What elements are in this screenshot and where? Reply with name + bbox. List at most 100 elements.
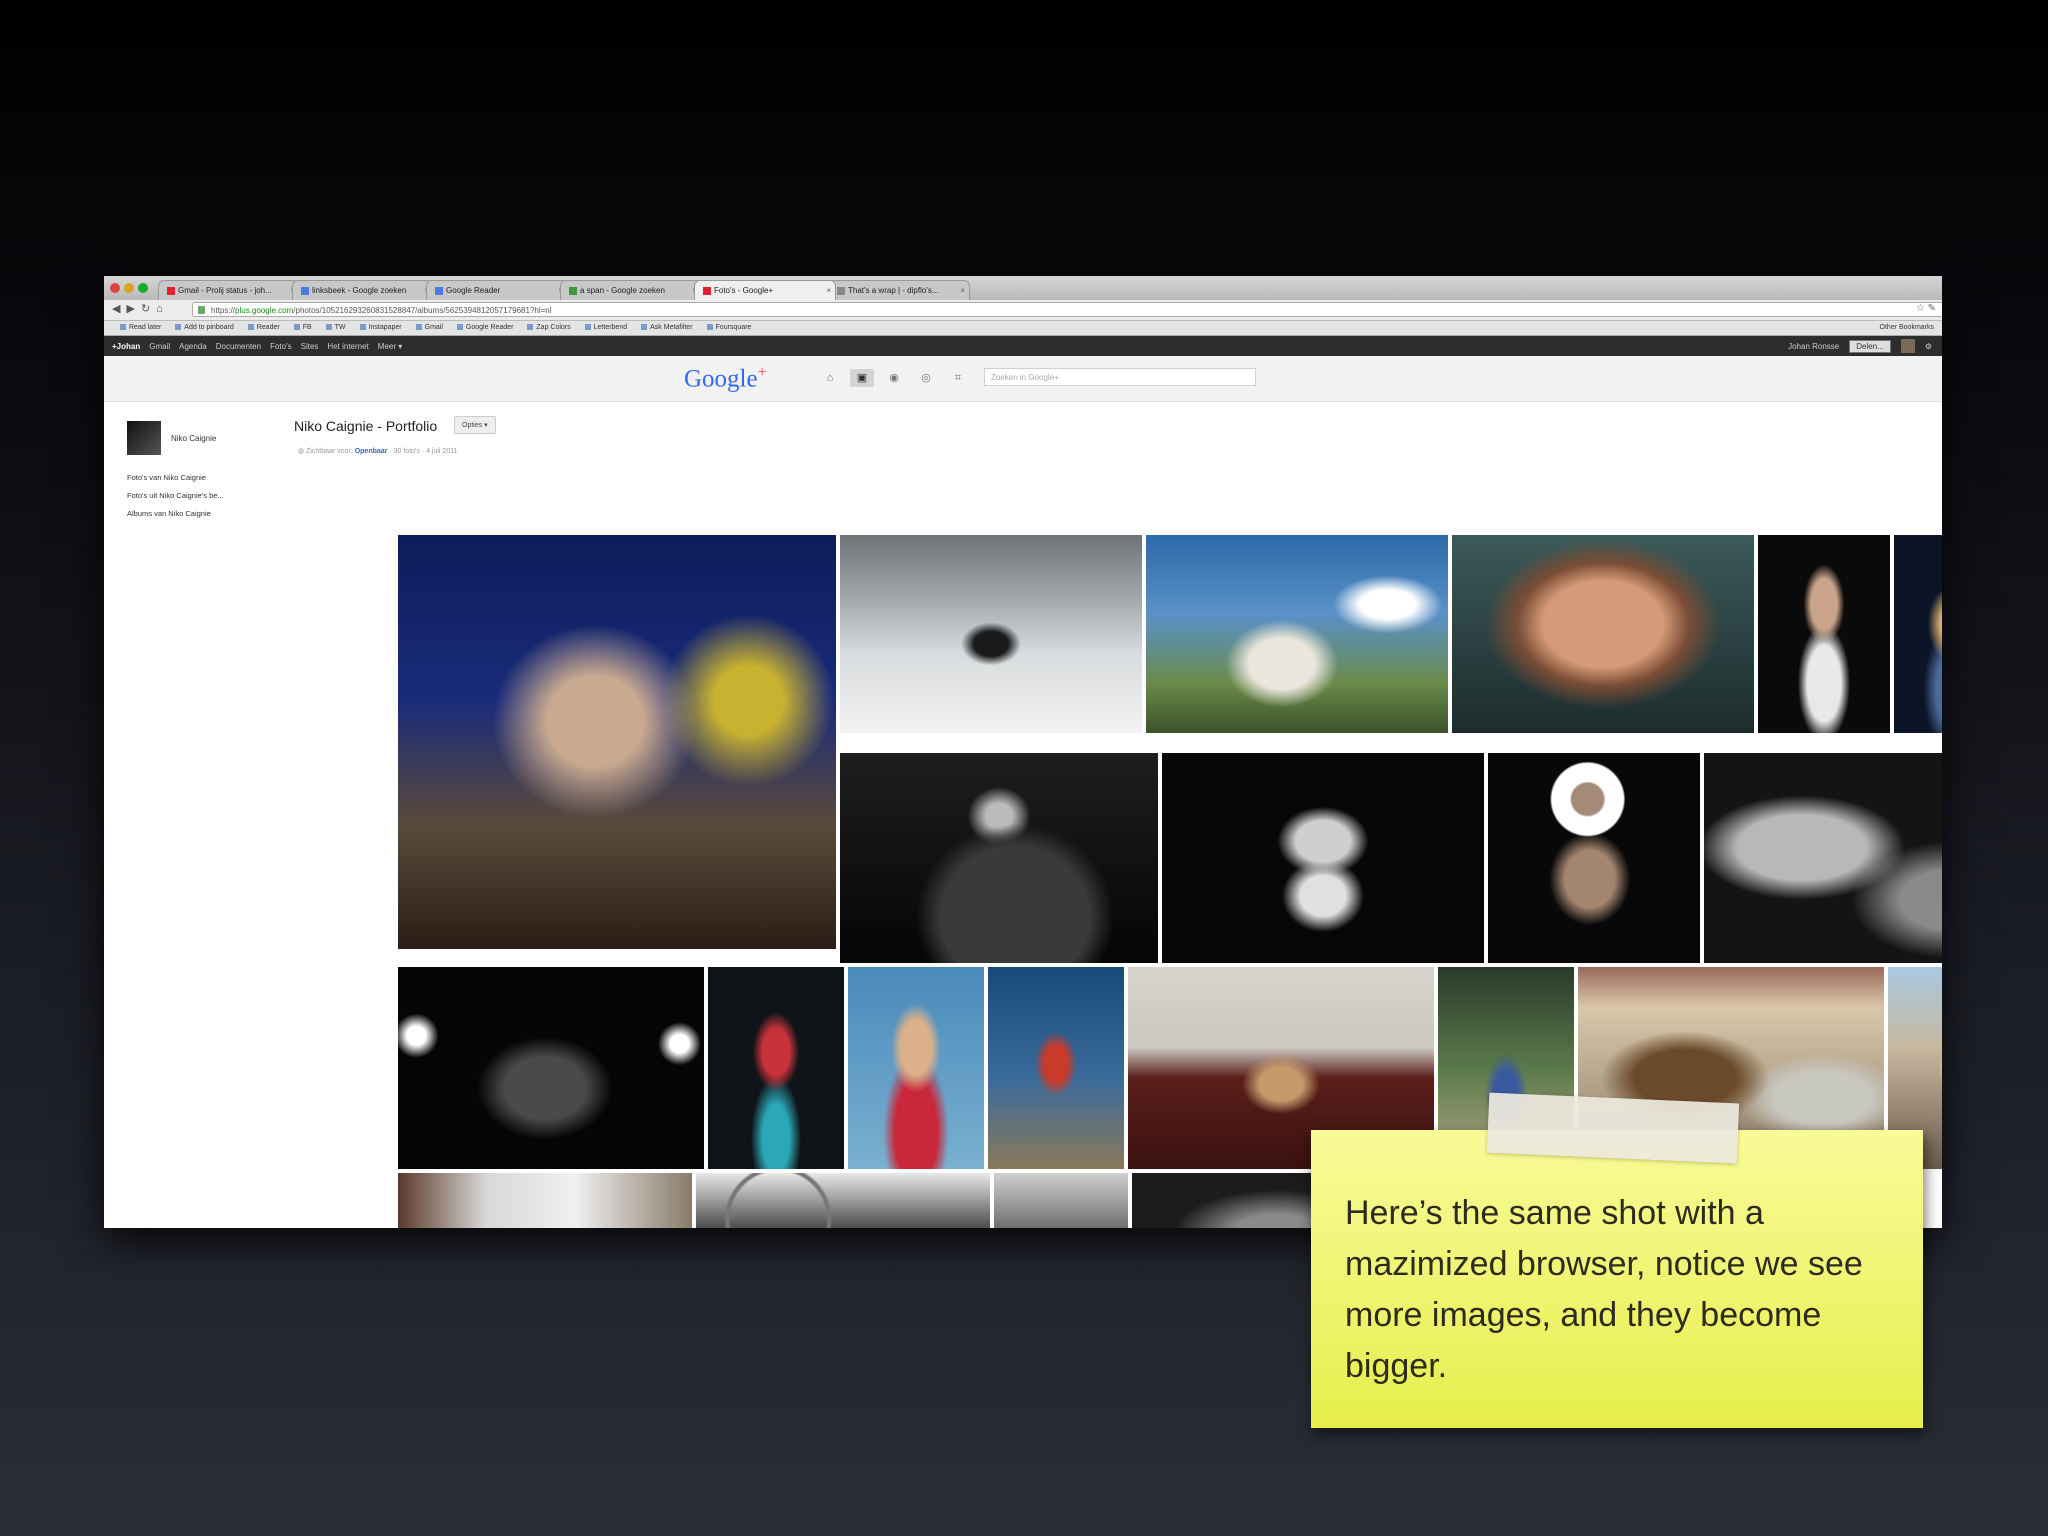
bookmark-item[interactable]: Zap Colors: [527, 324, 570, 331]
sticky-note: Here’s the same shot with a mazimized br…: [1311, 1130, 1923, 1428]
tab[interactable]: linksbeek - Google zoeken×: [292, 280, 434, 300]
bookmark-item[interactable]: Reader: [248, 324, 280, 331]
search-input[interactable]: Zoeken in Google+: [984, 368, 1256, 386]
photo-thumbnail[interactable]: [1162, 753, 1484, 963]
visibility-label: Zichtbaar voor:: [306, 448, 353, 455]
tab[interactable]: a span - Google zoeken×: [560, 280, 702, 300]
bookmarks-bar: Read later Add to pinboard Reader FB TW …: [104, 321, 1942, 336]
photo-thumbnail[interactable]: [988, 967, 1124, 1169]
window-controls: [110, 283, 148, 293]
logo-plus: +: [757, 364, 767, 381]
bookmark-item[interactable]: FB: [294, 324, 312, 331]
photo-thumbnail[interactable]: [848, 967, 984, 1169]
bookmark-item[interactable]: TW: [326, 324, 346, 331]
avatar[interactable]: [127, 421, 161, 455]
photo-thumbnail[interactable]: [1146, 535, 1448, 733]
minimize-window-button[interactable]: [124, 283, 134, 293]
close-tab-icon[interactable]: ×: [826, 281, 831, 300]
bookmark-item[interactable]: Google Reader: [457, 324, 513, 331]
user-name[interactable]: Johan Ronsse: [1788, 342, 1839, 351]
bookmark-item[interactable]: Ask Metafilter: [641, 324, 692, 331]
close-window-button[interactable]: [110, 283, 120, 293]
bookmark-item[interactable]: Instapaper: [360, 324, 402, 331]
forward-icon[interactable]: ▶: [126, 303, 140, 315]
sidebar-item-albums[interactable]: Albums van Niko Caignie: [127, 505, 224, 523]
gear-icon[interactable]: ⚙: [1925, 342, 1932, 351]
gbar-link-agenda[interactable]: Agenda: [179, 342, 207, 351]
tape: [1486, 1092, 1740, 1164]
bookmark-item[interactable]: Read later: [120, 324, 161, 331]
tabs: Gmail - Prolij status - joh...× linksbee…: [158, 280, 970, 300]
bookmark-item[interactable]: Add to pinboard: [175, 324, 233, 331]
photo-count: · 30 foto's ·: [389, 448, 425, 455]
tab[interactable]: Gmail - Prolij status - joh...×: [158, 280, 300, 300]
profile-icon[interactable]: ◉: [882, 369, 906, 387]
photo-thumbnail[interactable]: [1488, 753, 1700, 963]
gbar-link-more[interactable]: Meer ▾: [378, 342, 402, 351]
url-scheme: https://: [211, 306, 236, 315]
album-meta: ◍ Zichtbaar voor: Openbaar · 30 foto's ·…: [298, 447, 458, 455]
star-icon[interactable]: ☆: [1916, 303, 1925, 314]
google-plus-icon: [703, 286, 711, 295]
left-sidebar: Niko Caignie Foto's van Niko Caignie Fot…: [104, 401, 294, 1228]
avatar[interactable]: [1900, 339, 1915, 353]
back-icon[interactable]: ◀: [112, 303, 126, 315]
tab[interactable]: That's a wrap | - dipflo's... ×: [828, 280, 970, 300]
tab-label: Google Reader: [446, 286, 501, 295]
gbar-link-fotos[interactable]: Foto's: [270, 342, 292, 351]
tab-label: linksbeek - Google zoeken: [312, 286, 407, 295]
tab-bar: Gmail - Prolij status - joh...× linksbee…: [104, 276, 1942, 300]
other-bookmarks[interactable]: Other Bookmarks: [1880, 324, 1934, 331]
bookmark-item[interactable]: Gmail: [416, 324, 443, 331]
photo-thumbnail[interactable]: [1452, 535, 1754, 733]
gbar-link-sites[interactable]: Sites: [301, 342, 319, 351]
gbar-link-gmail[interactable]: Gmail: [149, 342, 170, 351]
zoom-window-button[interactable]: [138, 283, 148, 293]
photo-thumbnail[interactable]: [398, 535, 836, 949]
url-path: /photos/105216293260831528847/albums/562…: [293, 306, 552, 315]
reader-icon: [435, 286, 443, 295]
photo-thumbnail[interactable]: [840, 535, 1142, 733]
profile-name[interactable]: Niko Caignie: [171, 434, 216, 443]
photo-thumbnail[interactable]: [708, 967, 844, 1169]
wrench-icon[interactable]: ✎: [1928, 303, 1936, 314]
games-icon[interactable]: ⌗: [946, 369, 970, 387]
bookmark-item[interactable]: Foursquare: [707, 324, 752, 331]
profile-card[interactable]: Niko Caignie: [127, 421, 216, 455]
bookmark-item[interactable]: Letterbend: [585, 324, 627, 331]
options-button[interactable]: Opties ▾: [454, 416, 496, 434]
gbar-link-profile[interactable]: +Johan: [112, 342, 140, 351]
photos-icon[interactable]: ▣: [850, 369, 874, 387]
photo-thumbnail[interactable]: [696, 1173, 990, 1228]
google-plus-logo[interactable]: Google+: [684, 364, 767, 393]
sidebar-item-photos-of[interactable]: Foto's van Niko Caignie: [127, 469, 224, 487]
gmail-icon: [167, 286, 175, 295]
tab[interactable]: Google Reader×: [426, 280, 568, 300]
photo-thumbnail[interactable]: [1758, 535, 1890, 733]
photo-thumbnail[interactable]: [994, 1173, 1128, 1228]
photo-thumbnail[interactable]: [398, 967, 704, 1169]
photo-thumbnail[interactable]: [1894, 535, 1942, 733]
photo-thumbnail[interactable]: [1704, 753, 1942, 963]
gbar-link-web[interactable]: Het internet: [327, 342, 368, 351]
share-button[interactable]: Delen...: [1849, 339, 1891, 353]
home-icon[interactable]: ⌂: [156, 303, 169, 315]
tab-active[interactable]: Foto's - Google+ ×: [694, 280, 836, 300]
visibility-link[interactable]: Openbaar: [355, 448, 388, 455]
globe-icon: ◍: [298, 448, 305, 455]
circles-icon[interactable]: ◎: [914, 369, 938, 387]
browser-window: Gmail - Prolij status - joh...× linksbee…: [104, 276, 1942, 1228]
close-tab-icon[interactable]: ×: [960, 281, 965, 300]
gplus-nav: ⌂ ▣ ◉ ◎ ⌗: [818, 369, 970, 387]
lock-icon: [198, 306, 205, 314]
photo-thumbnail[interactable]: [398, 1173, 692, 1228]
gbar-link-documenten[interactable]: Documenten: [216, 342, 261, 351]
home-icon[interactable]: ⌂: [818, 369, 842, 387]
bookmark-list: Read later Add to pinboard Reader FB TW …: [120, 324, 751, 331]
reload-icon[interactable]: ↻: [141, 303, 156, 315]
photo-thumbnail[interactable]: [840, 753, 1158, 963]
address-bar[interactable]: https://plus.google.com/photos/105216293…: [192, 302, 1942, 317]
sidebar-item-photos-from-posts[interactable]: Foto's uit Niko Caignie's be...: [127, 487, 224, 505]
google-icon: [301, 286, 309, 295]
page-title: Niko Caignie - Portfolio: [294, 418, 438, 434]
